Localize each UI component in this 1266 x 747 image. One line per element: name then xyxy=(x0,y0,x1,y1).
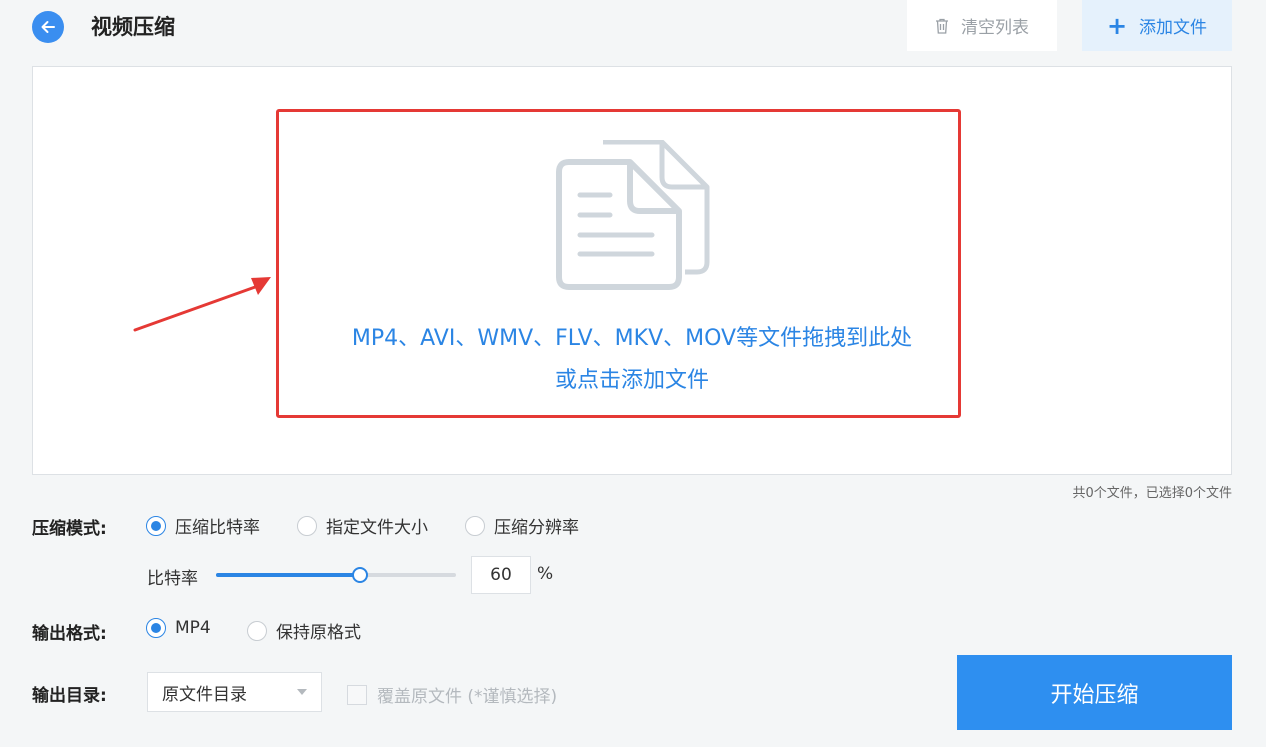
radio-format-keep-original[interactable]: 保持原格式 xyxy=(247,618,361,643)
radio-label: 压缩比特率 xyxy=(175,518,260,538)
clear-list-button[interactable]: 清空列表 xyxy=(907,0,1057,51)
radio-target-size[interactable]: 指定文件大小 xyxy=(297,513,428,538)
chevron-down-icon xyxy=(297,689,307,695)
add-file-label: 添加文件 xyxy=(1139,18,1208,38)
overwrite-original-checkbox[interactable]: 覆盖原文件 (*谨慎选择) xyxy=(347,682,557,707)
drop-instructions-line1: MP4、AVI、WMV、FLV、MKV、MOV等文件拖拽到此处 xyxy=(351,326,913,351)
radio-label: 压缩分辨率 xyxy=(494,518,579,538)
back-button[interactable] xyxy=(32,11,64,43)
bitrate-slider-fill xyxy=(216,573,360,577)
radio-unselected-icon xyxy=(297,515,317,536)
radio-selected-icon xyxy=(146,618,166,638)
output-format-label: 输出格式: xyxy=(32,624,107,644)
radio-label: MP4 xyxy=(175,618,211,638)
radio-selected-icon xyxy=(146,515,166,536)
bitrate-value-input[interactable] xyxy=(471,556,531,594)
bitrate-slider-track[interactable] xyxy=(216,573,456,577)
start-compress-button[interactable]: 开始压缩 xyxy=(957,655,1232,730)
drop-instructions-line2: 或点击添加文件 xyxy=(554,368,709,393)
overwrite-original-label: 覆盖原文件 (*谨慎选择) xyxy=(377,687,558,707)
red-arrow-annotation xyxy=(133,277,271,332)
radio-label: 指定文件大小 xyxy=(326,518,428,538)
file-count-status: 共0个文件，已选择0个文件 xyxy=(1072,486,1232,501)
bitrate-slider-thumb[interactable] xyxy=(352,567,368,583)
radio-compress-bitrate[interactable]: 压缩比特率 xyxy=(146,513,260,538)
output-dir-select[interactable]: 原文件目录 xyxy=(147,672,322,712)
radio-unselected-icon xyxy=(247,620,267,641)
bitrate-unit: % xyxy=(537,564,554,584)
bitrate-label: 比特率 xyxy=(147,569,198,589)
drop-instructions: MP4、AVI、WMV、FLV、MKV、MOV等文件拖拽到此处 或点击添加文件 xyxy=(300,318,964,402)
compress-mode-label: 压缩模式: xyxy=(32,519,107,539)
radio-format-mp4[interactable]: MP4 xyxy=(146,618,211,638)
radio-compress-resolution[interactable]: 压缩分辨率 xyxy=(465,513,579,538)
radio-label: 保持原格式 xyxy=(276,623,361,643)
radio-unselected-icon xyxy=(465,515,485,536)
plus-icon: + xyxy=(1106,11,1128,40)
arrow-left-icon xyxy=(41,21,55,33)
trash-icon xyxy=(936,18,948,34)
checkbox-icon xyxy=(347,684,367,705)
page-title: 视频压缩 xyxy=(91,15,175,39)
output-dir-label: 输出目录: xyxy=(32,686,107,706)
document-icon xyxy=(556,140,710,290)
add-file-button[interactable]: + 添加文件 xyxy=(1082,0,1232,51)
clear-list-label: 清空列表 xyxy=(961,18,1029,38)
output-dir-value: 原文件目录 xyxy=(162,684,247,705)
